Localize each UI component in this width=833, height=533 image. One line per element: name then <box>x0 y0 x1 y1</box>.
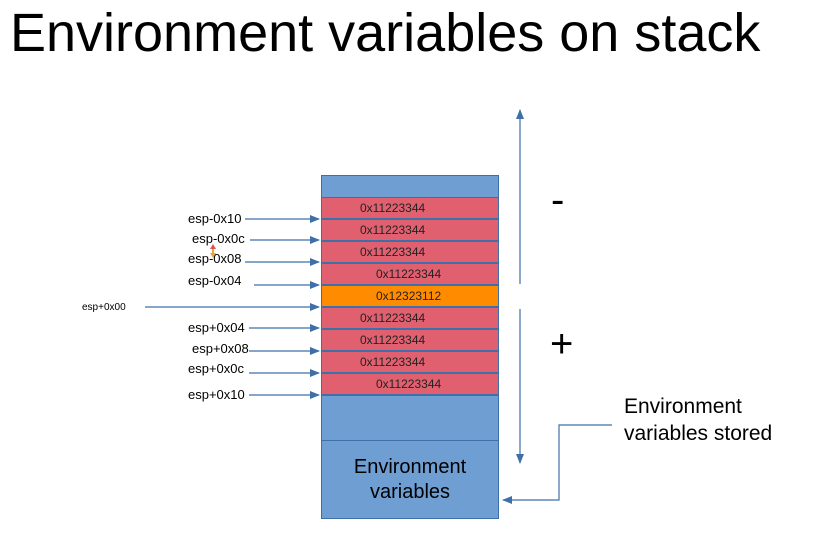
note-line1: Environment <box>624 395 742 418</box>
note-line2: variables stored <box>624 422 773 445</box>
arrow-env-stored <box>502 424 612 504</box>
minus-sign: - <box>551 178 565 222</box>
env-stored-note: Environment variables stored <box>624 393 772 447</box>
plus-sign: + <box>550 322 574 366</box>
diagram-arrows <box>145 109 612 504</box>
